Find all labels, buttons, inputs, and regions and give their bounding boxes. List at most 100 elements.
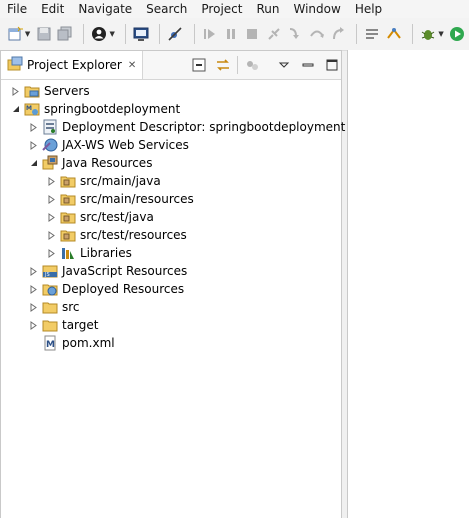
resume-icon[interactable] bbox=[200, 23, 218, 45]
tab-label: Project Explorer bbox=[27, 58, 122, 72]
source-folder-icon bbox=[60, 227, 76, 243]
svg-text:JS: JS bbox=[44, 272, 50, 278]
maven-pom-icon: M bbox=[42, 335, 58, 351]
project-explorer-icon bbox=[7, 56, 23, 75]
link-with-editor-icon[interactable] bbox=[213, 55, 233, 75]
new-icon[interactable] bbox=[6, 23, 24, 45]
skip-breakpoints-icon[interactable] bbox=[166, 23, 184, 45]
tree-item-label: src/main/java bbox=[80, 174, 161, 188]
tree-item[interactable]: Deployment Descriptor: springbootdeploym… bbox=[29, 118, 345, 136]
maven-web-project-icon: M bbox=[24, 101, 40, 117]
tree-item[interactable]: src/main/resources bbox=[47, 190, 194, 208]
expand-arrow-icon[interactable] bbox=[47, 194, 57, 204]
profile-dropdown-icon[interactable]: ▼ bbox=[109, 30, 114, 38]
tree-item-label: src bbox=[62, 300, 80, 314]
expand-arrow-icon[interactable] bbox=[29, 266, 39, 276]
run-icon[interactable] bbox=[448, 23, 466, 45]
collapse-all-icon[interactable] bbox=[189, 55, 209, 75]
filters-icon[interactable] bbox=[242, 55, 262, 75]
expand-arrow-icon[interactable] bbox=[47, 212, 57, 222]
tree-item[interactable]: Servers bbox=[11, 82, 90, 100]
expand-arrow-icon[interactable] bbox=[29, 302, 39, 312]
collapse-arrow-icon[interactable] bbox=[11, 104, 21, 114]
tree-item[interactable]: JAX-WS Web Services bbox=[29, 136, 189, 154]
step-return-icon[interactable] bbox=[329, 23, 347, 45]
tab-project-explorer[interactable]: Project Explorer ✕ bbox=[1, 51, 144, 79]
suspend-icon[interactable] bbox=[222, 23, 240, 45]
tree-item-label: Deployed Resources bbox=[62, 282, 185, 296]
step-over-icon[interactable] bbox=[307, 23, 325, 45]
profile-icon[interactable] bbox=[90, 23, 108, 45]
console-icon[interactable] bbox=[132, 23, 150, 45]
tree-item[interactable]: src/main/java bbox=[47, 172, 161, 190]
tree-item[interactable]: Libraries bbox=[47, 244, 132, 262]
tree-item-label: Deployment Descriptor: springbootdeploym… bbox=[62, 120, 346, 134]
tree-item-label: src/test/resources bbox=[80, 228, 187, 242]
source-folder-icon bbox=[60, 209, 76, 225]
menu-help[interactable]: Help bbox=[348, 0, 389, 18]
view-menu-icon[interactable] bbox=[274, 55, 294, 75]
deployment-descriptor-icon bbox=[42, 119, 58, 135]
save-icon[interactable] bbox=[34, 23, 52, 45]
editor-area bbox=[347, 50, 469, 518]
tree-item[interactable]: JS JavaScript Resources bbox=[29, 262, 187, 280]
tree-item-label: target bbox=[62, 318, 99, 332]
web-services-icon bbox=[42, 137, 58, 153]
minimize-icon[interactable] bbox=[298, 55, 318, 75]
toggle-mark-occurrences-icon[interactable] bbox=[363, 23, 381, 45]
tree-item[interactable]: src/test/resources bbox=[47, 226, 187, 244]
tree-item-label: Servers bbox=[44, 84, 90, 98]
menu-search[interactable]: Search bbox=[139, 0, 194, 18]
expand-arrow-icon[interactable] bbox=[29, 140, 39, 150]
save-all-icon[interactable] bbox=[56, 23, 74, 45]
deployed-resources-icon bbox=[42, 281, 58, 297]
menu-project[interactable]: Project bbox=[194, 0, 249, 18]
menu-edit[interactable]: Edit bbox=[34, 0, 71, 18]
javascript-resources-icon: JS bbox=[42, 263, 58, 279]
collapse-arrow-icon[interactable] bbox=[29, 158, 39, 168]
maximize-icon[interactable] bbox=[322, 55, 342, 75]
main-toolbar: ▼ ▼ ▼ bbox=[0, 18, 469, 51]
expand-arrow-icon[interactable] bbox=[29, 284, 39, 294]
new-dropdown-icon[interactable]: ▼ bbox=[25, 30, 30, 38]
debug-icon[interactable] bbox=[419, 23, 437, 45]
close-icon[interactable]: ✕ bbox=[128, 60, 136, 71]
disconnect-icon[interactable] bbox=[265, 23, 283, 45]
debug-dropdown-icon[interactable]: ▼ bbox=[438, 30, 443, 38]
expand-arrow-icon[interactable] bbox=[47, 230, 57, 240]
tree-item[interactable]: target bbox=[29, 316, 99, 334]
tree-item-label: Java Resources bbox=[62, 156, 153, 170]
svg-text:M: M bbox=[26, 105, 32, 112]
tree-item-label: JAX-WS Web Services bbox=[62, 138, 189, 152]
tree-item[interactable]: Mpom.xml bbox=[29, 334, 115, 352]
menu-bar: File Edit Navigate Search Project Run Wi… bbox=[0, 0, 469, 18]
folder-server-icon bbox=[24, 83, 40, 99]
source-folder-icon bbox=[60, 173, 76, 189]
expand-arrow-icon[interactable] bbox=[11, 86, 21, 96]
libraries-icon bbox=[60, 245, 76, 261]
expand-arrow-icon[interactable] bbox=[47, 176, 57, 186]
tree-item-label: springbootdeployment bbox=[44, 102, 181, 116]
tree-item[interactable]: Deployed Resources bbox=[29, 280, 184, 298]
tree-item-label: pom.xml bbox=[62, 336, 115, 350]
java-resources-icon bbox=[42, 155, 58, 171]
panel-tab-bar: Project Explorer ✕ bbox=[1, 51, 341, 80]
menu-run[interactable]: Run bbox=[249, 0, 286, 18]
tree-item[interactable]: src/test/java bbox=[47, 208, 154, 226]
open-task-icon[interactable] bbox=[385, 23, 403, 45]
expand-arrow-icon[interactable] bbox=[47, 248, 57, 258]
expand-arrow-icon[interactable] bbox=[29, 122, 39, 132]
tree-item-label: src/main/resources bbox=[80, 192, 194, 206]
expand-arrow-icon[interactable] bbox=[29, 320, 39, 330]
tree-item[interactable]: Mspringbootdeployment bbox=[11, 100, 180, 118]
terminate-icon[interactable] bbox=[243, 23, 261, 45]
tree-item-label: Libraries bbox=[80, 246, 132, 260]
menu-window[interactable]: Window bbox=[286, 0, 347, 18]
folder-icon bbox=[42, 299, 58, 315]
tree-item-label: src/test/java bbox=[80, 210, 154, 224]
menu-file[interactable]: File bbox=[0, 0, 34, 18]
tree-item[interactable]: Java Resources bbox=[29, 154, 152, 172]
step-into-icon[interactable] bbox=[286, 23, 304, 45]
menu-navigate[interactable]: Navigate bbox=[71, 0, 139, 18]
tree-item[interactable]: src bbox=[29, 298, 80, 316]
